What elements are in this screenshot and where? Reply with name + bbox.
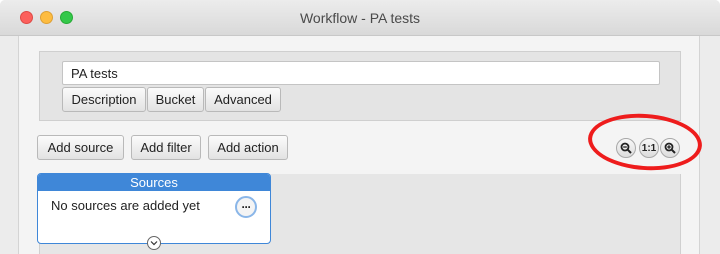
tab-bucket[interactable]: Bucket [147,87,204,112]
sources-empty-message: No sources are added yet [51,198,200,213]
expand-node-button[interactable] [147,236,161,250]
tab-description[interactable]: Description [62,87,146,112]
title-bar: Workflow - PA tests [0,0,720,36]
add-source-button[interactable]: Add source [37,135,124,160]
add-filter-button[interactable]: Add filter [131,135,201,160]
sources-node[interactable]: Sources No sources are added yet ··· [37,173,271,250]
more-options-button[interactable]: ··· [235,196,257,218]
red-highlight-annotation [586,110,704,174]
add-action-button[interactable]: Add action [208,135,288,160]
sources-node-title: Sources [38,174,270,191]
workflow-window: Workflow - PA tests Description Bucket A… [0,0,720,254]
tab-advanced[interactable]: Advanced [205,87,281,112]
chevron-down-icon [150,241,158,246]
workflow-content: Description Bucket Advanced Add source A… [18,36,704,254]
workflow-form-panel: Description Bucket Advanced [39,51,681,121]
workflow-name-input[interactable] [62,61,660,85]
window-title: Workflow - PA tests [299,10,421,26]
